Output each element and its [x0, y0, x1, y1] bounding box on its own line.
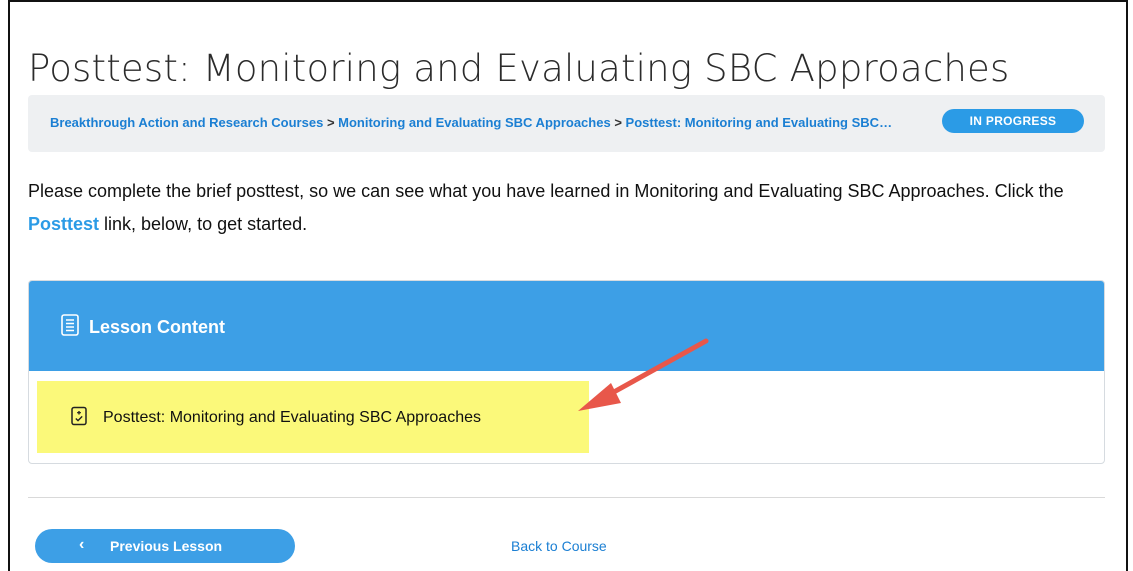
- breadcrumb-bar: Breakthrough Action and Research Courses…: [28, 95, 1105, 152]
- intro-text-after: link, below, to get started.: [99, 214, 308, 234]
- section-divider: [28, 497, 1105, 498]
- posttest-link[interactable]: Posttest: [28, 214, 99, 234]
- previous-lesson-button[interactable]: ‹ Previous Lesson: [35, 529, 295, 563]
- document-list-icon: [61, 314, 79, 336]
- back-to-course-link[interactable]: Back to Course: [511, 538, 607, 554]
- page-title: Posttest: Monitoring and Evaluating SBC …: [28, 46, 1010, 90]
- lesson-content-panel: Lesson Content Posttest: Monitoring and …: [28, 280, 1105, 464]
- quiz-clipboard-icon: [71, 406, 87, 426]
- intro-text: Please complete the brief posttest, so w…: [28, 175, 1098, 241]
- lesson-content-title: Lesson Content: [89, 317, 226, 337]
- breadcrumb-separator: >: [326, 115, 335, 130]
- previous-lesson-label: Previous Lesson: [110, 538, 223, 554]
- chevron-left-icon: ‹: [79, 536, 85, 553]
- status-badge: IN PROGRESS: [942, 109, 1084, 133]
- breadcrumb-separator: >: [614, 115, 622, 130]
- intro-text-before: Please complete the brief posttest, so w…: [28, 181, 1064, 201]
- lesson-content-header[interactable]: Lesson Content: [29, 281, 1104, 371]
- breadcrumb-item-course-group[interactable]: Breakthrough Action and Research Courses: [50, 115, 323, 130]
- breadcrumb-item-course[interactable]: Monitoring and Evaluating SBC Approaches: [338, 115, 611, 130]
- lesson-item-posttest[interactable]: Posttest: Monitoring and Evaluating SBC …: [103, 409, 481, 427]
- breadcrumb: Breakthrough Action and Research Courses…: [50, 115, 895, 130]
- breadcrumb-item-current[interactable]: Posttest: Monitoring and Evaluating SBC …: [626, 115, 895, 130]
